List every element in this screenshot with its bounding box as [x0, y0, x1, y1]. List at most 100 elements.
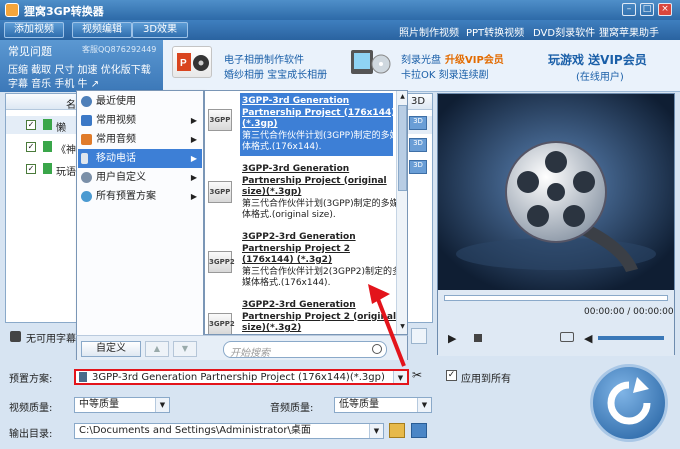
- 3gpp2-format-icon: 3GPP2: [208, 251, 235, 273]
- preview-panel: 00:00:00 / 00:00:00 ▶ ◀: [437, 93, 675, 356]
- custom-preset-button[interactable]: 自定义: [81, 341, 141, 357]
- menu-item-all-presets[interactable]: 所有预置方案 ▶: [78, 187, 202, 206]
- faq-title: 常见问题: [8, 45, 52, 58]
- menu-item-custom[interactable]: 用户自定义 ▶: [78, 168, 202, 187]
- vip-upgrade-link[interactable]: 升级VIP会员: [445, 51, 504, 66]
- preset-combo[interactable]: 3GPP-3rd Generation Partnership Project …: [74, 369, 409, 385]
- move-down-button[interactable]: ▼: [173, 341, 197, 357]
- promo-banner: 常见问题 客服QQ876292449 压缩 截取 尺寸 加速 优化版下载 字幕 …: [0, 40, 680, 92]
- stop-icon[interactable]: [474, 334, 482, 342]
- close-button[interactable]: ×: [658, 3, 672, 16]
- user-icon: [81, 172, 92, 183]
- link-photo-video[interactable]: 照片制作视频: [399, 24, 459, 39]
- title-bar: 狸窝3GP转换器 – □ ×: [0, 0, 680, 20]
- faq-links-2[interactable]: 字幕 音乐 手机 牛 ↗: [8, 75, 99, 90]
- header-name[interactable]: 名: [66, 96, 76, 111]
- add-video-button[interactable]: 添加视频: [4, 22, 64, 38]
- film-icon: [81, 115, 92, 126]
- video-quality-value: 中等质量: [79, 399, 119, 410]
- folder-icon[interactable]: [389, 423, 405, 438]
- format-item[interactable]: 3GPP-3rd Generation Partnership Project …: [242, 96, 402, 154]
- menu-item-audio[interactable]: 常用音频 ▶: [78, 130, 202, 149]
- output-path-combo[interactable]: C:\Documents and Settings\Administrator\…: [74, 423, 384, 439]
- format-item[interactable]: 3GPP-3rd Generation Partnership Project …: [242, 164, 402, 222]
- qq-contact: 客服QQ876292449: [82, 45, 157, 54]
- chevron-down-icon[interactable]: ▼: [369, 424, 383, 438]
- 3gpp-format-icon: 3GPP: [208, 109, 232, 131]
- menu-footer: 自定义 ▲ ▼ 开始搜索: [76, 335, 408, 362]
- burn-line2[interactable]: 卡拉OK 刻录连续剧: [401, 66, 489, 81]
- file-name: 懒: [56, 123, 66, 134]
- open-folder-icon[interactable]: [411, 423, 427, 438]
- format-title: 3GPP-3rd Generation Partnership Project …: [242, 96, 396, 129]
- volume-icon[interactable]: ◀: [584, 332, 592, 345]
- submenu-arrow-icon: ▶: [190, 192, 197, 201]
- minimize-button[interactable]: –: [622, 3, 636, 16]
- volume-slider[interactable]: [598, 336, 664, 340]
- music-icon: [81, 134, 92, 145]
- phone-icon: [81, 153, 88, 164]
- chevron-down-icon[interactable]: ▼: [393, 371, 407, 383]
- subtitle-box[interactable]: 无可用字幕: [6, 327, 76, 347]
- header-3d[interactable]: 3D: [411, 96, 425, 107]
- apply-all-checkbox[interactable]: ✓: [446, 370, 457, 381]
- player-controls: 00:00:00 / 00:00:00 ▶ ◀: [438, 290, 674, 356]
- burn-icon: [347, 46, 393, 78]
- wrench-icon[interactable]: ✂: [412, 368, 428, 384]
- row-checkbox[interactable]: ✓: [26, 164, 36, 174]
- menu-item-recent[interactable]: 最近使用: [78, 92, 202, 111]
- ppt-line1[interactable]: 电子相册制作软件: [224, 51, 304, 66]
- row-checkbox[interactable]: ✓: [26, 142, 36, 152]
- effect-3d-button[interactable]: 3D效果: [132, 22, 188, 38]
- link-apple-helper[interactable]: 狸窝苹果助手: [599, 24, 659, 39]
- phone-icon: [79, 372, 87, 382]
- audio-quality-combo[interactable]: 低等质量 ▼: [334, 397, 432, 413]
- edit-video-button[interactable]: 视频编辑: [72, 22, 132, 38]
- submenu-arrow-icon: ▶: [190, 154, 197, 163]
- preset-value: 3GPP-3rd Generation Partnership Project …: [92, 372, 385, 383]
- window-title: 狸窝3GP转换器: [24, 5, 104, 18]
- audio-quality-value: 低等质量: [339, 399, 379, 410]
- 3gpp2-format-icon: 3GPP2: [208, 313, 235, 334]
- svg-text:P: P: [180, 58, 187, 69]
- time-display: 00:00:00 / 00:00:00: [584, 307, 674, 317]
- film-reel-logo: [438, 94, 674, 290]
- row-3d-icons: 3D 3D 3D: [409, 116, 427, 178]
- menu-item-mobile[interactable]: 移动电话 ▶: [78, 149, 202, 168]
- 3gpp-format-icon: 3GPP: [208, 181, 232, 203]
- faq-links-1[interactable]: 压缩 截取 尺寸 加速 优化版下载: [8, 61, 151, 76]
- ppt-icon: P: [172, 46, 212, 78]
- maximize-button[interactable]: □: [640, 3, 654, 16]
- convert-icon: [607, 377, 651, 425]
- audio-quality-label: 音频质量:: [270, 403, 314, 414]
- app-icon: [5, 3, 19, 17]
- output-label: 输出目录:: [9, 429, 53, 440]
- ppt-line2[interactable]: 婚纱相册 宝宝成长相册: [224, 66, 327, 81]
- menu-item-video[interactable]: 常用视频 ▶: [78, 111, 202, 130]
- format-desc: 第三代合作伙伴计划(3GPP)制定的多媒体格式.(176x144).: [242, 130, 399, 153]
- chevron-down-icon[interactable]: ▼: [417, 398, 431, 412]
- submenu-arrow-icon: ▶: [190, 116, 197, 125]
- scrollbar-thumb[interactable]: [398, 105, 407, 191]
- apply-all-label: 应用到所有: [461, 374, 511, 385]
- play-icon[interactable]: ▶: [448, 332, 456, 345]
- scroll-up-icon[interactable]: ▲: [398, 93, 407, 101]
- row-checkbox[interactable]: ✓: [26, 120, 36, 130]
- file-name: 玩语: [56, 167, 76, 178]
- subtitle-icon: [10, 331, 21, 342]
- video-file-icon: [43, 119, 52, 130]
- game-note: (在线用户): [576, 72, 624, 83]
- list-view-icon[interactable]: [411, 328, 427, 344]
- camera-icon[interactable]: [560, 332, 574, 342]
- seek-bar[interactable]: [444, 295, 668, 301]
- move-up-button[interactable]: ▲: [145, 341, 169, 357]
- clock-icon: [81, 96, 92, 107]
- video-quality-combo[interactable]: 中等质量 ▼: [74, 397, 170, 413]
- convert-button[interactable]: [590, 364, 668, 442]
- chevron-down-icon[interactable]: ▼: [155, 398, 169, 412]
- burn-line1[interactable]: 刻录光盘: [401, 51, 441, 66]
- submenu-arrow-icon: ▶: [190, 173, 197, 182]
- link-ppt-video[interactable]: PPT转换视频: [466, 24, 524, 39]
- game-vip-link[interactable]: 玩游戏 送VIP会员: [548, 51, 647, 68]
- link-dvd-burn[interactable]: DVD刻录软件: [533, 24, 595, 39]
